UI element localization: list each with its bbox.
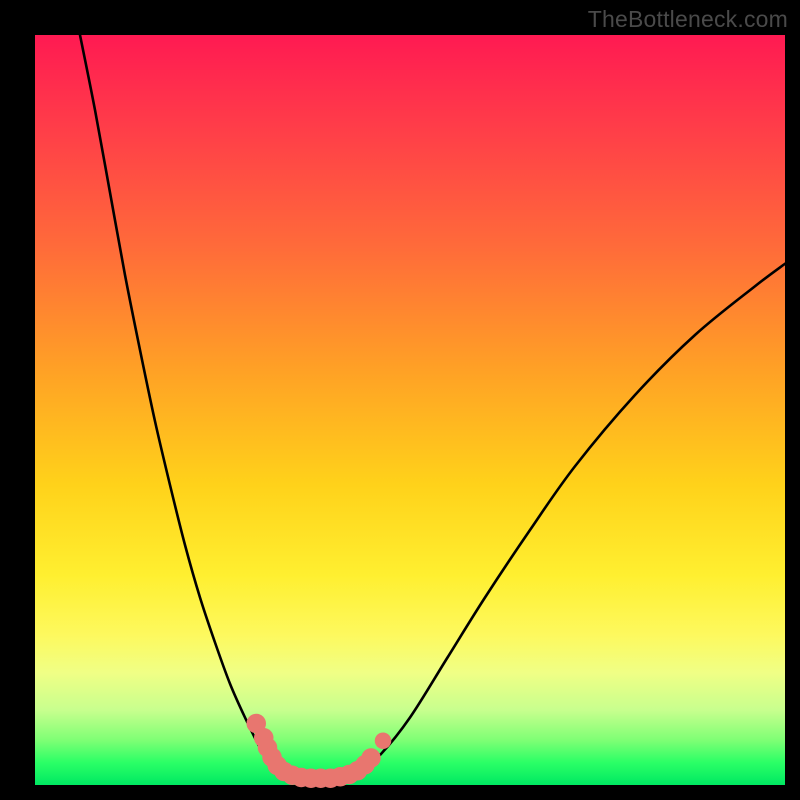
curve-marker [361,748,381,768]
chart-svg [35,35,785,785]
curve-path [80,35,785,779]
chart-plot-area [35,35,785,785]
chart-frame: TheBottleneck.com [0,0,800,800]
watermark-text: TheBottleneck.com [588,6,788,33]
bottleneck-curve [80,35,785,779]
curve-markers [247,714,392,788]
curve-marker [375,733,392,750]
